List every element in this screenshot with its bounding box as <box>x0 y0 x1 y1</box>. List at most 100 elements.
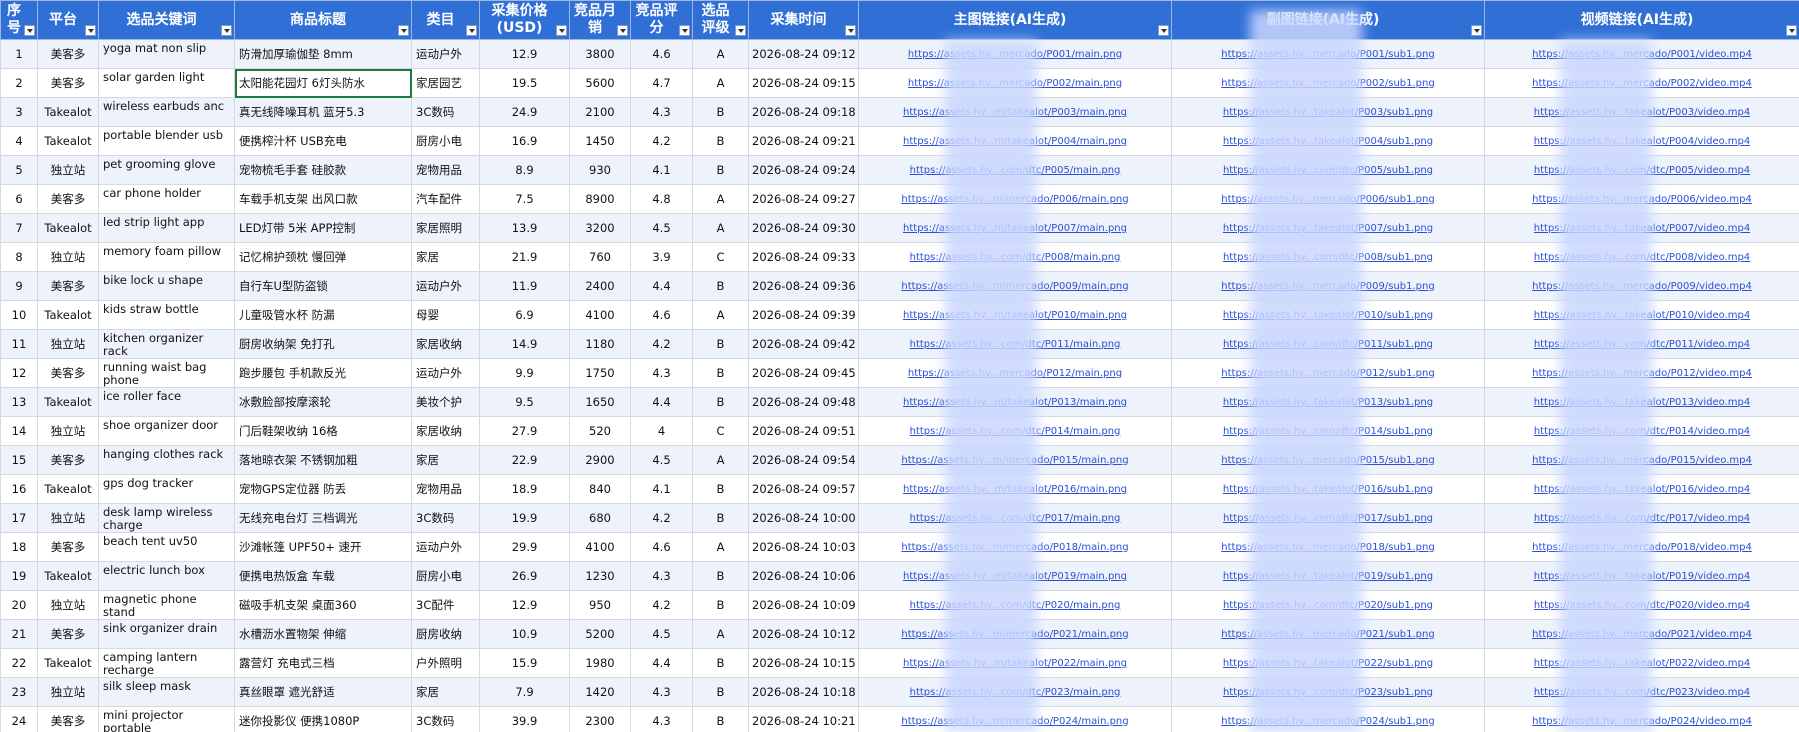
platform-cell[interactable]: 独立站 <box>37 155 99 185</box>
time-cell[interactable]: 2026-08-24 10:15 <box>748 648 859 678</box>
price-cell[interactable]: 7.9 <box>479 677 570 707</box>
price-cell[interactable]: 8.9 <box>479 155 570 185</box>
video-link[interactable]: https://assets.hy...com/dtc/P014/video.m… <box>1484 416 1799 446</box>
sales-cell[interactable]: 5600 <box>569 68 631 98</box>
category-cell[interactable]: 厨房小电 <box>411 561 480 591</box>
row-index[interactable]: 23 <box>0 677 38 707</box>
keyword-cell[interactable]: hanging clothes rack <box>98 445 235 475</box>
video-link[interactable]: https://assets.hy...mercado/P006/video.m… <box>1484 184 1799 214</box>
price-cell[interactable]: 18.9 <box>479 474 570 504</box>
sales-cell[interactable]: 1450 <box>569 126 631 156</box>
main-image-link[interactable]: https://assets.hy...m/takealot/P016/main… <box>858 474 1172 504</box>
filter-dropdown-icon[interactable] <box>466 25 477 36</box>
price-cell[interactable]: 16.9 <box>479 126 570 156</box>
category-cell[interactable]: 家居收纳 <box>411 416 480 446</box>
row-index[interactable]: 20 <box>0 590 38 620</box>
row-index[interactable]: 14 <box>0 416 38 446</box>
price-cell[interactable]: 29.9 <box>479 532 570 562</box>
sub-image-link[interactable]: https://assets.hy...mercado/P024/sub1.pn… <box>1171 706 1485 732</box>
time-cell[interactable]: 2026-08-24 10:18 <box>748 677 859 707</box>
rating-cell[interactable]: 4.6 <box>630 532 693 562</box>
price-cell[interactable]: 21.9 <box>479 242 570 272</box>
keyword-cell[interactable]: pet grooming glove <box>98 155 235 185</box>
keyword-cell[interactable]: beach tent uv50 <box>98 532 235 562</box>
sales-cell[interactable]: 8900 <box>569 184 631 214</box>
sub-image-link[interactable]: https://assets.hy...com/dtc/P005/sub1.pn… <box>1171 155 1485 185</box>
sub-image-link[interactable]: https://assets.hy...com/dtc/P011/sub1.pn… <box>1171 329 1485 359</box>
sales-cell[interactable]: 1980 <box>569 648 631 678</box>
grade-cell[interactable]: B <box>692 648 749 678</box>
title-cell[interactable]: 记忆棉护颈枕 慢回弹 <box>234 242 412 272</box>
grade-cell[interactable]: A <box>692 532 749 562</box>
platform-cell[interactable]: 美客多 <box>37 706 99 732</box>
grade-cell[interactable]: A <box>692 619 749 649</box>
price-cell[interactable]: 27.9 <box>479 416 570 446</box>
sub-image-link[interactable]: https://assets.hy...mercado/P006/sub1.pn… <box>1171 184 1485 214</box>
sales-cell[interactable]: 5200 <box>569 619 631 649</box>
grade-cell[interactable]: A <box>692 68 749 98</box>
row-index[interactable]: 22 <box>0 648 38 678</box>
sub-image-link[interactable]: https://assets.hy...mercado/P009/sub1.pn… <box>1171 271 1485 301</box>
row-index[interactable]: 1 <box>0 39 38 69</box>
sales-cell[interactable]: 520 <box>569 416 631 446</box>
title-cell[interactable]: 便携电热饭盒 车载 <box>234 561 412 591</box>
row-index[interactable]: 6 <box>0 184 38 214</box>
main-image-link[interactable]: https://assets.hy...com/dtc/P005/main.pn… <box>858 155 1172 185</box>
time-cell[interactable]: 2026-08-24 09:33 <box>748 242 859 272</box>
title-cell[interactable]: 无线充电台灯 三档调光 <box>234 503 412 533</box>
price-cell[interactable]: 11.9 <box>479 271 570 301</box>
time-cell[interactable]: 2026-08-24 09:24 <box>748 155 859 185</box>
title-cell[interactable]: 防滑加厚瑜伽垫 8mm <box>234 39 412 69</box>
sales-cell[interactable]: 950 <box>569 590 631 620</box>
title-cell[interactable]: 磁吸手机支架 桌面360 <box>234 590 412 620</box>
sub-image-link[interactable]: https://assets.hy...takealot/P010/sub1.p… <box>1171 300 1485 330</box>
title-cell[interactable]: 儿童吸管水杯 防漏 <box>234 300 412 330</box>
title-cell[interactable]: 自行车U型防盗锁 <box>234 271 412 301</box>
keyword-cell[interactable]: shoe organizer door <box>98 416 235 446</box>
time-cell[interactable]: 2026-08-24 10:06 <box>748 561 859 591</box>
col-header-video[interactable]: 视频链接(AI生成) <box>1484 0 1799 40</box>
category-cell[interactable]: 家居照明 <box>411 213 480 243</box>
filter-dropdown-icon[interactable] <box>1786 25 1797 36</box>
title-cell[interactable]: 落地晾衣架 不锈钢加粗 <box>234 445 412 475</box>
video-link[interactable]: https://assets.hy...com/dtc/P017/video.m… <box>1484 503 1799 533</box>
main-image-link[interactable]: https://assets.hy...com/dtc/P014/main.pn… <box>858 416 1172 446</box>
category-cell[interactable]: 户外照明 <box>411 648 480 678</box>
filter-dropdown-icon[interactable] <box>679 25 690 36</box>
price-cell[interactable]: 22.9 <box>479 445 570 475</box>
video-link[interactable]: https://assets.hy...mercado/P009/video.m… <box>1484 271 1799 301</box>
keyword-cell[interactable]: kitchen organizer rack <box>98 329 235 359</box>
category-cell[interactable]: 家居收纳 <box>411 329 480 359</box>
grade-cell[interactable]: A <box>692 213 749 243</box>
grade-cell[interactable]: B <box>692 155 749 185</box>
col-header-collect-time[interactable]: 采集时间 <box>748 0 859 40</box>
grade-cell[interactable]: B <box>692 358 749 388</box>
keyword-cell[interactable]: memory foam pillow <box>98 242 235 272</box>
sub-image-link[interactable]: https://assets.hy...mercado/P002/sub1.pn… <box>1171 68 1485 98</box>
row-index[interactable]: 16 <box>0 474 38 504</box>
filter-dropdown-icon[interactable] <box>1158 25 1169 36</box>
time-cell[interactable]: 2026-08-24 10:03 <box>748 532 859 562</box>
filter-dropdown-icon[interactable] <box>556 25 567 36</box>
price-cell[interactable]: 12.9 <box>479 590 570 620</box>
filter-dropdown-icon[interactable] <box>1471 25 1482 36</box>
platform-cell[interactable]: 美客多 <box>37 358 99 388</box>
filter-dropdown-icon[interactable] <box>221 25 232 36</box>
sub-image-link[interactable]: https://assets.hy...com/dtc/P008/sub1.pn… <box>1171 242 1485 272</box>
category-cell[interactable]: 家居园艺 <box>411 68 480 98</box>
time-cell[interactable]: 2026-08-24 09:27 <box>748 184 859 214</box>
price-cell[interactable]: 24.9 <box>479 97 570 127</box>
main-image-link[interactable]: https://assets.hy...mercado/P002/main.pn… <box>858 68 1172 98</box>
sub-image-link[interactable]: https://assets.hy...com/dtc/P020/sub1.pn… <box>1171 590 1485 620</box>
platform-cell[interactable]: Takealot <box>37 387 99 417</box>
video-link[interactable]: https://assets.hy...mercado/P002/video.m… <box>1484 68 1799 98</box>
keyword-cell[interactable]: car phone holder <box>98 184 235 214</box>
col-header-sub-image[interactable]: 副图链接(AI生成) <box>1171 0 1485 40</box>
grade-cell[interactable]: B <box>692 561 749 591</box>
rating-cell[interactable]: 4.4 <box>630 271 693 301</box>
platform-cell[interactable]: Takealot <box>37 300 99 330</box>
grade-cell[interactable]: B <box>692 387 749 417</box>
time-cell[interactable]: 2026-08-24 10:21 <box>748 706 859 732</box>
main-image-link[interactable]: https://assets.hy...com/dtc/P023/main.pn… <box>858 677 1172 707</box>
rating-cell[interactable]: 4.3 <box>630 706 693 732</box>
